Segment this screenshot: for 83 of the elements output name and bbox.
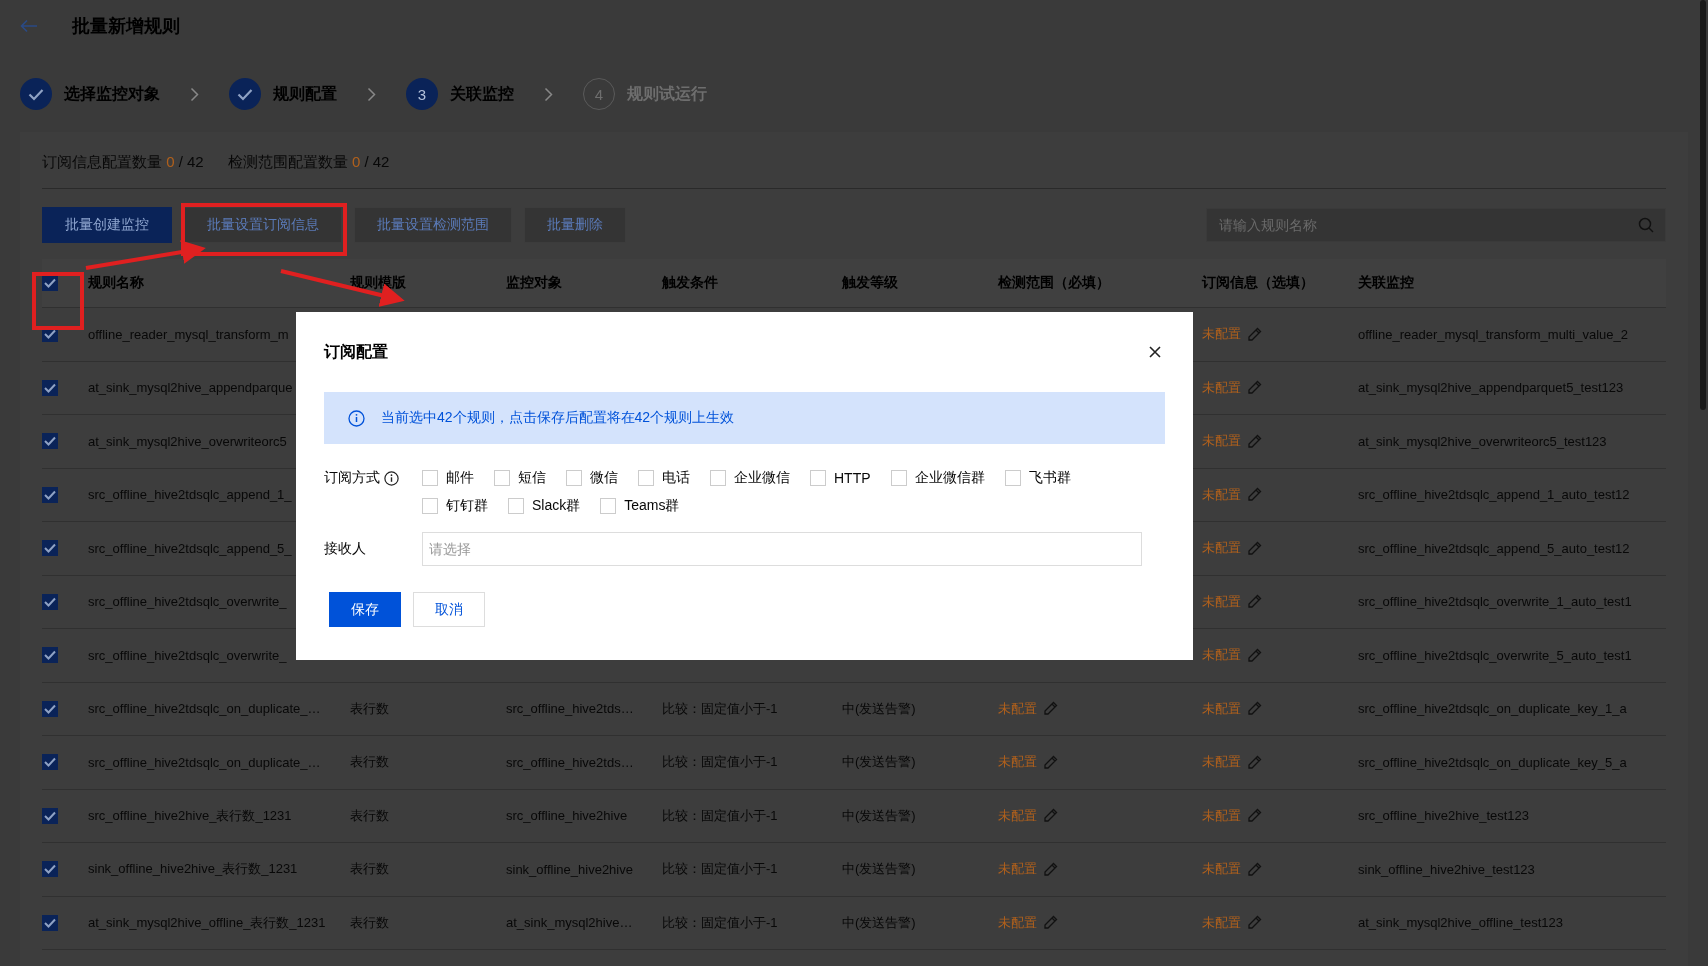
edit-icon[interactable] bbox=[1043, 861, 1058, 877]
subscription-status: 未配置 bbox=[1202, 592, 1241, 611]
close-icon[interactable] bbox=[1149, 346, 1161, 358]
column-header: 订阅信息（选填） bbox=[1202, 274, 1314, 292]
checkbox-option[interactable]: Slack群 bbox=[508, 494, 581, 518]
scope-status: 未配置 bbox=[998, 753, 1037, 772]
subscription-status: 未配置 bbox=[1202, 753, 1241, 772]
scrollbar-thumb[interactable] bbox=[1700, 0, 1706, 410]
row-checkbox[interactable] bbox=[42, 540, 58, 557]
column-header: 规则名称 bbox=[88, 274, 144, 292]
back-arrow-icon[interactable] bbox=[20, 19, 38, 33]
highlight-frame bbox=[32, 272, 84, 330]
row-checkbox[interactable] bbox=[42, 914, 58, 931]
edit-icon[interactable] bbox=[1247, 540, 1262, 556]
info-icon bbox=[348, 409, 365, 427]
receiver-select[interactable]: 请选择 bbox=[422, 532, 1142, 566]
row-checkbox[interactable] bbox=[42, 593, 58, 610]
row-checkbox[interactable] bbox=[42, 486, 58, 503]
dialog-button[interactable]: 取消 bbox=[413, 592, 485, 627]
edit-icon[interactable] bbox=[1247, 861, 1262, 877]
edit-icon[interactable] bbox=[1247, 754, 1262, 770]
subscription-status: 未配置 bbox=[1202, 539, 1241, 558]
edit-icon[interactable] bbox=[1043, 754, 1058, 770]
edit-icon[interactable] bbox=[1043, 808, 1058, 824]
row-checkbox[interactable] bbox=[42, 647, 58, 664]
edit-icon[interactable] bbox=[1043, 915, 1058, 931]
edit-icon[interactable] bbox=[1247, 433, 1262, 449]
subscription-status: 未配置 bbox=[1202, 913, 1241, 932]
checkbox-option[interactable]: 电话 bbox=[638, 466, 690, 490]
scope-status: 未配置 bbox=[998, 806, 1037, 825]
subscription-status: 未配置 bbox=[1202, 378, 1241, 397]
column-header: 关联监控 bbox=[1358, 274, 1414, 292]
scope-status: 未配置 bbox=[998, 913, 1037, 932]
edit-icon[interactable] bbox=[1247, 647, 1262, 663]
checkbox-option[interactable]: 企业微信 bbox=[710, 466, 790, 490]
search-icon[interactable] bbox=[1638, 217, 1654, 233]
checkbox-option[interactable]: 微信 bbox=[566, 466, 618, 490]
subscription-status: 未配置 bbox=[1202, 646, 1241, 665]
row-checkbox[interactable] bbox=[42, 379, 58, 396]
chevron-right-icon bbox=[544, 86, 553, 102]
subscription-status: 未配置 bbox=[1202, 432, 1241, 451]
info-message: 当前选中42个规则，点击保存后配置将在42个规则上生效 bbox=[381, 409, 735, 427]
step-number: 3 bbox=[406, 78, 438, 110]
field-label: 接收人 bbox=[324, 540, 366, 558]
edit-icon[interactable] bbox=[1247, 380, 1262, 396]
toolbar-button[interactable]: 批量创建监控 bbox=[42, 207, 172, 243]
column-header: 检测范围（必填） bbox=[998, 274, 1110, 292]
subscription-status: 未配置 bbox=[1202, 860, 1241, 879]
page-title: 批量新增规则 bbox=[71, 15, 181, 38]
edit-icon[interactable] bbox=[1247, 915, 1262, 931]
checkbox-option[interactable]: HTTP bbox=[810, 466, 871, 490]
column-header: 触发等级 bbox=[842, 274, 898, 292]
info-icon[interactable] bbox=[384, 470, 399, 486]
row-checkbox[interactable] bbox=[42, 433, 58, 450]
subscription-status: 未配置 bbox=[1202, 325, 1241, 344]
edit-icon[interactable] bbox=[1247, 487, 1262, 503]
edit-icon[interactable] bbox=[1247, 701, 1262, 717]
field-label: 订阅方式 bbox=[324, 469, 380, 487]
chevron-right-icon bbox=[367, 86, 376, 102]
chevron-right-icon bbox=[190, 86, 199, 102]
row-checkbox[interactable] bbox=[42, 861, 58, 878]
checkbox-option[interactable]: Teams群 bbox=[600, 494, 680, 518]
scope-status: 未配置 bbox=[998, 860, 1037, 879]
scope-status: 未配置 bbox=[998, 699, 1037, 718]
checkbox-option[interactable]: 飞书群 bbox=[1004, 466, 1071, 490]
edit-icon[interactable] bbox=[1043, 701, 1058, 717]
dialog-button[interactable]: 保存 bbox=[329, 592, 401, 627]
edit-icon[interactable] bbox=[1247, 808, 1262, 824]
checkbox-option[interactable]: 钉钉群 bbox=[422, 494, 488, 518]
checkbox-option[interactable]: 短信 bbox=[494, 466, 546, 490]
row-checkbox[interactable] bbox=[42, 807, 58, 824]
edit-icon[interactable] bbox=[1247, 594, 1262, 610]
checkbox-option[interactable]: 邮件 bbox=[422, 466, 474, 490]
column-header: 监控对象 bbox=[506, 274, 562, 292]
subscription-status: 未配置 bbox=[1202, 806, 1241, 825]
column-header: 触发条件 bbox=[662, 274, 718, 292]
row-checkbox[interactable] bbox=[42, 754, 58, 771]
row-checkbox[interactable] bbox=[42, 700, 58, 717]
subscription-status: 未配置 bbox=[1202, 699, 1241, 718]
checkbox-option[interactable]: 企业微信群 bbox=[890, 466, 985, 490]
subscription-status: 未配置 bbox=[1202, 485, 1241, 504]
dialog-title: 订阅配置 bbox=[324, 341, 388, 362]
edit-icon[interactable] bbox=[1247, 326, 1262, 342]
